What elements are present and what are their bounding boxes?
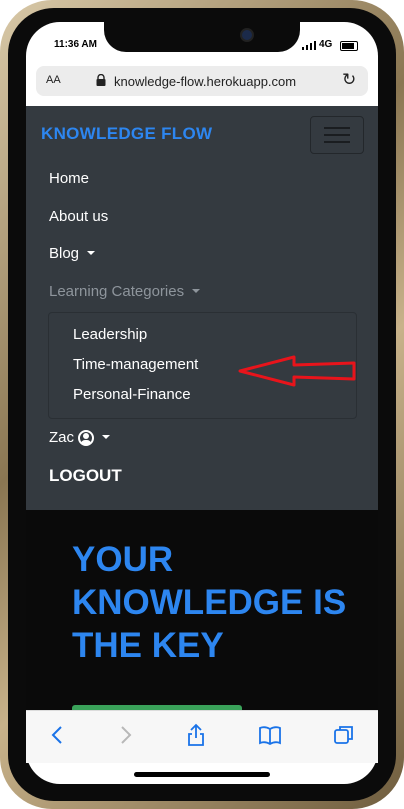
- menu-toggle-button[interactable]: [310, 116, 364, 154]
- nav-home-link[interactable]: Home: [49, 170, 89, 187]
- hamburger-bar: [324, 127, 350, 129]
- dropdown-item-time-management[interactable]: Time-management: [73, 356, 198, 373]
- text-size-button[interactable]: AA: [46, 74, 61, 86]
- lock-icon: [96, 74, 106, 86]
- annotation-arrow-icon: [238, 355, 356, 387]
- reload-icon[interactable]: ↻: [342, 70, 356, 90]
- nav-learning-categories-label: Learning Categories: [49, 283, 185, 300]
- status-bar: 11:36 AM 4G: [26, 36, 378, 56]
- nav-about-link[interactable]: About us: [49, 208, 108, 225]
- browser-toolbar: [26, 710, 378, 763]
- caret-down-icon: [192, 289, 201, 293]
- caret-down-icon: [87, 251, 96, 255]
- user-name: Zac: [49, 429, 75, 446]
- brand-logo[interactable]: KNOWLEDGE FLOW: [41, 124, 212, 144]
- battery-icon: [340, 41, 358, 51]
- address-bar[interactable]: AA knowledge-flow.herokuapp.com ↻: [36, 66, 368, 96]
- navbar: KNOWLEDGE FLOW Home About us Blog Learni…: [26, 106, 378, 510]
- dropdown-item-personal-finance[interactable]: Personal-Finance: [73, 386, 191, 403]
- dropdown-item-leadership[interactable]: Leadership: [73, 326, 147, 343]
- back-icon[interactable]: [46, 723, 70, 747]
- status-time: 11:36 AM: [54, 39, 97, 50]
- share-icon[interactable]: [184, 723, 208, 747]
- url-text[interactable]: knowledge-flow.herokuapp.com: [114, 74, 296, 89]
- hero-title: YOUR KNOWLEDGE IS THE KEY: [72, 540, 347, 665]
- signal-icon: [302, 41, 316, 50]
- hamburger-bar: [324, 134, 350, 136]
- hamburger-bar: [324, 141, 350, 143]
- caret-down-icon: [102, 435, 111, 439]
- user-menu-dropdown[interactable]: Zac: [49, 429, 111, 446]
- network-type: 4G: [319, 39, 333, 50]
- bookmarks-icon[interactable]: [258, 723, 282, 747]
- logout-link[interactable]: LOGOUT: [49, 466, 122, 486]
- user-avatar-icon: [78, 430, 95, 446]
- forward-icon[interactable]: [113, 723, 137, 747]
- home-indicator[interactable]: [134, 772, 270, 777]
- nav-blog-dropdown[interactable]: Blog: [49, 245, 96, 262]
- nav-learning-categories-dropdown[interactable]: Learning Categories: [49, 283, 201, 300]
- nav-blog-label: Blog: [49, 245, 80, 262]
- tabs-icon[interactable]: [332, 723, 356, 747]
- hero-section: YOUR KNOWLEDGE IS THE KEY: [26, 510, 378, 713]
